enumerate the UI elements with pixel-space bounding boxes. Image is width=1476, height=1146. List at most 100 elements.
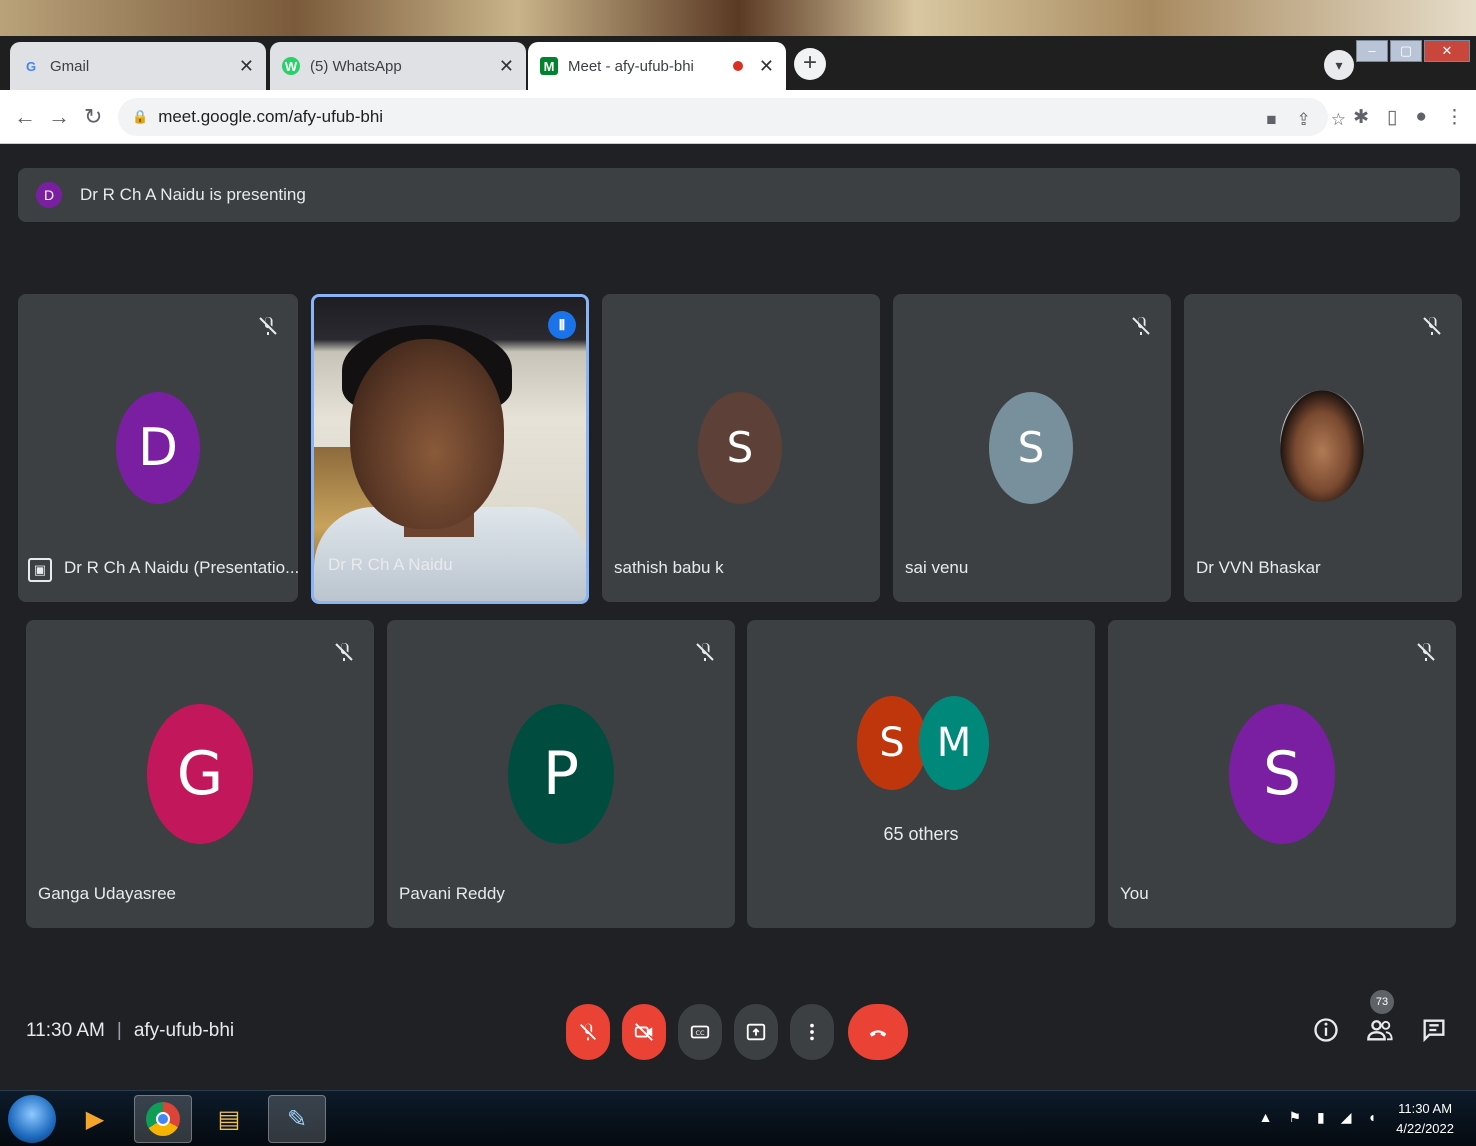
meeting-time: 11:30 AM [26, 1020, 105, 1041]
start-button-icon[interactable] [8, 1095, 56, 1143]
close-tab-icon[interactable]: ✕ [239, 56, 254, 77]
mic-off-icon [1414, 640, 1438, 664]
hang-up-icon [869, 1030, 887, 1037]
close-tab-icon[interactable]: ✕ [759, 56, 774, 77]
mic-off-icon [332, 640, 356, 664]
browser-address-bar: ← → ↻ 🔒 meet.google.com/afy-ufub-bhi ■ ⇪… [0, 90, 1476, 144]
participant-tile[interactable]: Dr VVN Bhaskar [1184, 294, 1462, 602]
present-screen-icon [746, 1023, 766, 1041]
avatar: S [1229, 704, 1335, 844]
media-player-icon[interactable]: ▶ [66, 1095, 124, 1143]
participant-name: sathish babu k [614, 558, 724, 577]
chrome-icon[interactable] [134, 1095, 192, 1143]
participant-name: Pavani Reddy [399, 884, 505, 903]
avatar: S [989, 392, 1073, 504]
more-options-button[interactable] [790, 1004, 834, 1060]
mic-off-icon [577, 1021, 599, 1043]
lock-icon: 🔒 [132, 109, 149, 124]
presenting-text: Dr R Ch A Naidu is presenting [80, 185, 306, 204]
others-count-label: 65 others [883, 824, 959, 844]
meeting-side-controls: 73 [1312, 990, 1448, 1044]
tab-meet[interactable]: M Meet - afy-ufub-bhi ✕ [528, 42, 786, 90]
meeting-details-button[interactable] [1312, 1016, 1340, 1044]
presentation-icon: ▣ [28, 558, 52, 582]
minimize-icon[interactable]: – [1356, 40, 1388, 62]
mic-off-icon [693, 640, 717, 664]
participant-name: You [1120, 884, 1149, 903]
battery-icon[interactable]: ▮ [1317, 1109, 1325, 1126]
participant-tile[interactable]: G Ganga Udayasree [26, 620, 374, 928]
maximize-icon[interactable]: ▢ [1390, 40, 1422, 62]
captions-button[interactable]: CC [678, 1004, 722, 1060]
captions-icon: CC [690, 1025, 710, 1039]
people-button[interactable]: 73 [1366, 990, 1394, 1044]
meeting-code: afy-ufub-bhi [133, 1020, 235, 1041]
muted-speaker-icon [256, 314, 280, 338]
microphone-toggle-button[interactable] [566, 1004, 610, 1060]
avatar: G [147, 704, 253, 844]
close-window-icon[interactable]: ✕ [1424, 40, 1470, 62]
participant-tile[interactable]: P Pavani Reddy [387, 620, 735, 928]
tab-search-chevron-icon[interactable]: ▾ [1324, 50, 1354, 80]
windows-taskbar: ▶ ▤ ✎ ▲ ⚑ ▮ ◢ ◖ 11:30 AM 4/22/2022 [0, 1090, 1476, 1146]
avatar: D [116, 392, 200, 504]
participant-tile[interactable]: S sathish babu k [602, 294, 880, 602]
more-menu-icon[interactable]: ⋮ [1445, 106, 1464, 129]
tab-title: Meet - afy-ufub-bhi [568, 57, 694, 75]
taskbar-clock[interactable]: 11:30 AM 4/22/2022 [1396, 1099, 1454, 1139]
volume-icon[interactable]: ◖ [1368, 1109, 1376, 1126]
participant-tile-video[interactable]: ⦀ Dr R Ch A Naidu [311, 294, 589, 604]
omnibox-actions: ■ ⇪ ☆ [1266, 110, 1346, 130]
avatar: P [508, 704, 614, 844]
new-tab-button[interactable]: + [794, 48, 826, 80]
desktop-wallpaper-strip [0, 0, 1476, 36]
people-icon [1367, 1020, 1393, 1041]
action-center-flag-icon[interactable]: ⚑ [1288, 1109, 1301, 1126]
chat-icon [1423, 1019, 1445, 1043]
file-explorer-icon[interactable]: ▤ [200, 1095, 258, 1143]
meeting-controls-bar: 11:30 AM | afy-ufub-bhi CC 73 [0, 990, 1476, 1082]
network-signal-icon[interactable]: ◢ [1341, 1109, 1352, 1126]
show-hidden-icons-icon[interactable]: ▲ [1259, 1109, 1273, 1126]
chat-button[interactable] [1420, 1016, 1448, 1044]
participant-name: sai venu [905, 558, 969, 577]
present-screen-button[interactable] [734, 1004, 778, 1060]
more-vert-icon [810, 1023, 814, 1041]
extensions-puzzle-icon[interactable]: ✱ [1353, 106, 1369, 129]
bookmark-star-icon[interactable]: ☆ [1331, 110, 1346, 130]
close-tab-icon[interactable]: ✕ [499, 56, 514, 77]
leave-call-button[interactable] [848, 1004, 908, 1060]
paint-icon[interactable]: ✎ [268, 1095, 326, 1143]
avatar: M [919, 696, 989, 790]
meet-icon: M [540, 57, 558, 75]
info-icon [1314, 1018, 1338, 1042]
gmail-icon: G [25, 58, 37, 74]
participant-name: Ganga Udayasree [38, 884, 176, 903]
separator: | [116, 1020, 122, 1041]
participants-count-badge: 73 [1370, 990, 1394, 1014]
mic-off-icon [1129, 314, 1153, 338]
camera-toggle-button[interactable] [622, 1004, 666, 1060]
camera-in-use-icon[interactable]: ■ [1266, 110, 1276, 130]
presenter-avatar: D [36, 182, 62, 208]
forward-arrow-icon[interactable]: → [48, 104, 70, 130]
share-icon[interactable]: ⇪ [1297, 110, 1311, 130]
url-input[interactable]: 🔒 meet.google.com/afy-ufub-bhi [118, 98, 1328, 136]
side-panel-icon[interactable]: ▯ [1387, 106, 1397, 129]
system-tray: ▲ ⚑ ▮ ◢ ◖ [1259, 1109, 1376, 1126]
mic-off-icon [1420, 314, 1444, 338]
speaking-indicator-icon: ⦀ [548, 311, 576, 339]
participant-tile[interactable]: S sai venu [893, 294, 1171, 602]
others-tile[interactable]: S M 65 others [747, 620, 1095, 928]
profile-avatar-icon[interactable]: ● [1416, 106, 1427, 129]
self-tile[interactable]: S You [1108, 620, 1456, 928]
participant-tile-presentation[interactable]: D ▣ Dr R Ch A Naidu (Presentatio... [18, 294, 298, 602]
browser-tab-bar: G Gmail ✕ W (5) WhatsApp ✕ M Meet - afy-… [0, 36, 1476, 90]
reload-icon[interactable]: ↻ [84, 104, 102, 130]
avatar: S [857, 696, 927, 790]
back-arrow-icon[interactable]: ← [14, 104, 36, 130]
tab-gmail[interactable]: G Gmail ✕ [10, 42, 266, 90]
clock-date: 4/22/2022 [1396, 1121, 1454, 1136]
tab-whatsapp[interactable]: W (5) WhatsApp ✕ [270, 42, 526, 90]
window-controls: – ▢ ✕ [1356, 40, 1470, 62]
